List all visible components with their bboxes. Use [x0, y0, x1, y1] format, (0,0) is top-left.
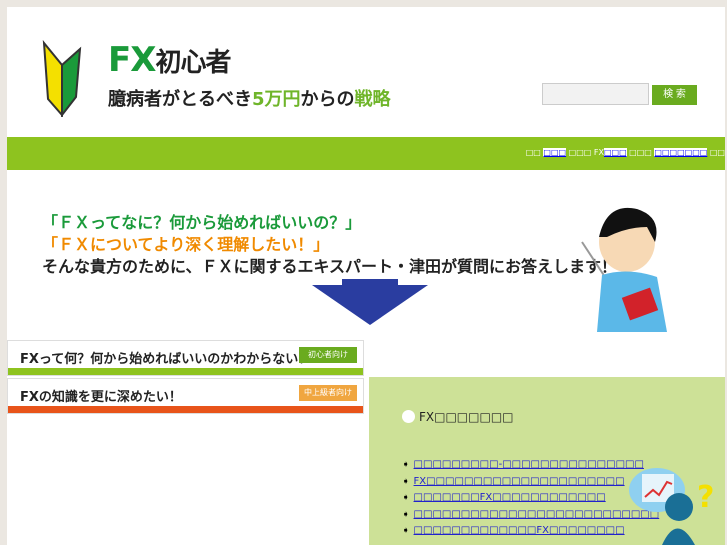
- advanced-panel[interactable]: FXの知識を更に深めたい！ 中上級者向け: [7, 378, 364, 414]
- nav-text: □□: [707, 148, 725, 157]
- nav-links: □□ □□□ □□□ FX□□□ □□□ □□□□□□□ □□: [526, 148, 725, 157]
- nav-text: □□: [525, 148, 544, 157]
- nav-text: □□□ FX: [566, 148, 604, 157]
- sidebar-link[interactable]: □□□□□□□□□□□□□FX□□□□□□□□: [414, 525, 625, 536]
- nav-link[interactable]: □□□□□□□: [654, 148, 708, 157]
- sidebar-link-item: FX□□□□□□□□□□□□□□□□□□□□□: [402, 474, 659, 491]
- nav-link[interactable]: □□□: [543, 148, 567, 157]
- down-arrow-head: [312, 285, 428, 325]
- sidebar-link-item: □□□□□□□□□□□□□FX□□□□□□□□: [402, 523, 659, 540]
- svg-text:?: ?: [697, 480, 714, 515]
- panel-title: FXって何？何から始めればいいのかわからない！: [20, 352, 312, 367]
- advanced-badge[interactable]: 中上級者向け: [299, 385, 357, 401]
- sidebar-links: □□□□□□□□□-□□□□□□□□□□□□□□□ FX□□□□□□□□□□□□□…: [402, 457, 660, 540]
- hero-line-2: 「ＦＸについてより深く理解したい！」: [42, 235, 330, 254]
- hero: 「ＦＸってなに？何から始めればいいの？」 「ＦＸについてより深く理解したい！」 …: [42, 212, 617, 278]
- search-input[interactable]: [542, 83, 649, 105]
- beginner-panel[interactable]: FXって何？何から始めればいいのかわからない！ 初心者向け: [7, 340, 364, 376]
- logo-subtitle: 臆病者がとるべき5万円からの戦略: [108, 89, 391, 110]
- page: FX初心者 臆病者がとるべき5万円からの戦略 検 索 □□ □□□ □□□ FX…: [7, 7, 725, 545]
- sidebar-box: FX□□□□□□□ □□□□□□□□□-□□□□□□□□□□□□□□□ FX□□□…: [369, 377, 725, 545]
- thinking-person-illustration: ?: [629, 468, 714, 545]
- panel-bar: [8, 406, 363, 413]
- panel-title: FXの知識を更に深めたい！: [20, 390, 182, 405]
- sidebar-link-item: □□□□□□□□□-□□□□□□□□□□□□□□□: [402, 457, 659, 474]
- sidebar-link[interactable]: FX□□□□□□□□□□□□□□□□□□□□□: [414, 476, 625, 487]
- play-icon: [402, 410, 415, 423]
- sidebar-link[interactable]: □□□□□□□□□□□□□□□□□□□□□□□□□□: [414, 509, 660, 520]
- sidebar-heading: FX□□□□□□□: [402, 410, 514, 424]
- expert-character-illustration: [581, 207, 667, 332]
- nav-bar: □□ □□□ □□□ FX□□□ □□□ □□□□□□□ □□: [7, 137, 725, 170]
- beginner-leaf-icon: [42, 39, 82, 117]
- hero-line-1: 「ＦＸってなに？何から始めればいいの？」: [42, 213, 362, 232]
- search-button[interactable]: 検 索: [652, 85, 697, 105]
- panel-bar: [8, 368, 363, 375]
- sidebar-link[interactable]: □□□□□□□□□-□□□□□□□□□□□□□□□: [414, 459, 644, 470]
- beginner-badge[interactable]: 初心者向け: [299, 347, 357, 363]
- logo-title: FX初心者: [108, 40, 231, 80]
- nav-text: □□□: [626, 148, 655, 157]
- sidebar-link-item: □□□□□□□FX□□□□□□□□□□□□: [402, 490, 659, 507]
- hero-line-3: そんな貴方のために、ＦＸに関するエキスパート・津田が質問にお答えします！: [42, 257, 618, 276]
- sidebar-link[interactable]: □□□□□□□FX□□□□□□□□□□□□: [414, 492, 606, 503]
- nav-link[interactable]: □□□: [603, 148, 627, 157]
- sidebar-link-item: □□□□□□□□□□□□□□□□□□□□□□□□□□: [402, 507, 660, 524]
